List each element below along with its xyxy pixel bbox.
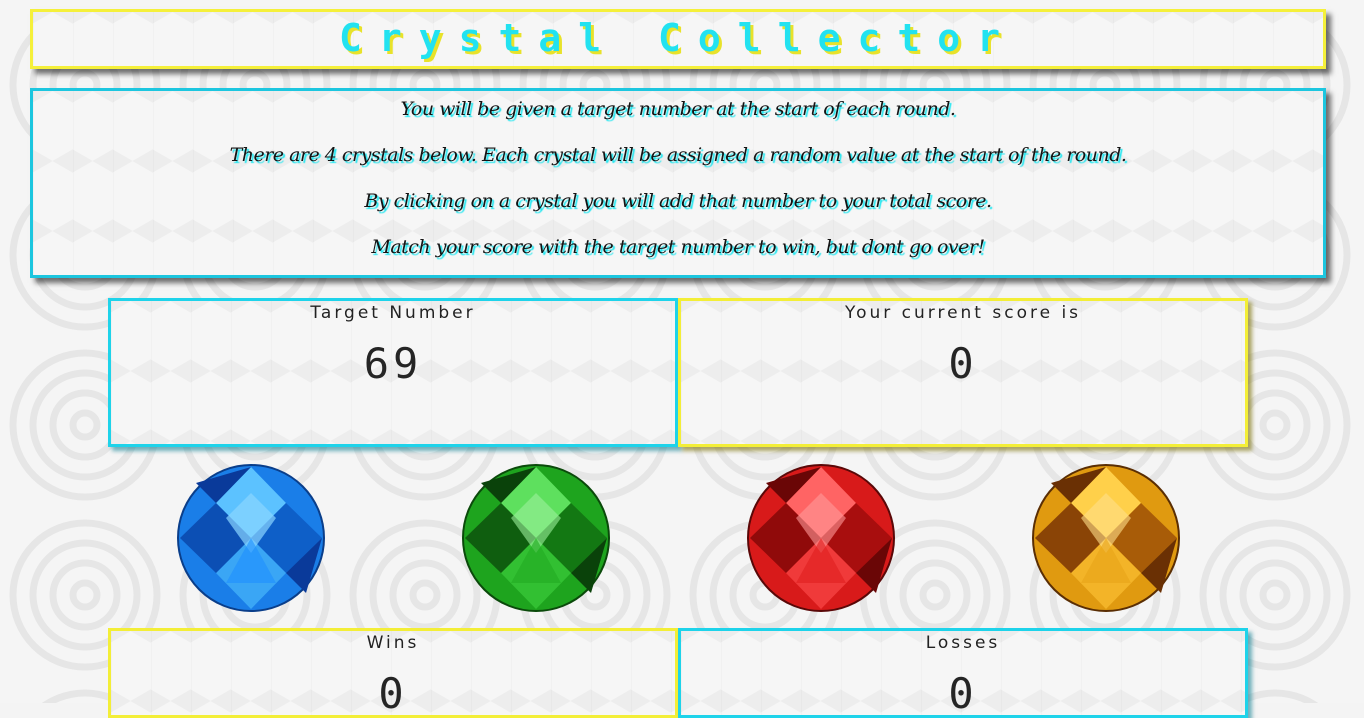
wins-value: 0: [378, 669, 408, 718]
losses-value: 0: [948, 669, 978, 718]
instruction-line: By clicking on a crystal you will add th…: [364, 190, 992, 212]
instruction-line: Match your score with the target number …: [371, 236, 985, 258]
title-panel: Crystal Collector: [30, 9, 1326, 69]
losses-label: Losses: [925, 633, 1001, 653]
target-number-panel: Target Number 69: [108, 298, 678, 447]
current-score-label: Your current score is: [844, 303, 1082, 323]
wins-panel: Wins 0: [108, 628, 678, 718]
red-crystal[interactable]: [746, 463, 896, 613]
target-number-label: Target Number: [310, 303, 476, 323]
blue-crystal[interactable]: [176, 463, 326, 613]
wins-label: Wins: [366, 633, 420, 653]
losses-panel: Losses 0: [678, 628, 1248, 718]
target-number-value: 69: [363, 339, 423, 388]
green-crystal[interactable]: [461, 463, 611, 613]
current-score-value: 0: [948, 339, 978, 388]
instructions-panel: You will be given a target number at the…: [30, 88, 1326, 278]
orange-crystal[interactable]: [1031, 463, 1181, 613]
current-score-panel: Your current score is 0: [678, 298, 1248, 447]
instruction-line: You will be given a target number at the…: [400, 98, 956, 120]
game-title: Crystal Collector: [339, 16, 1017, 60]
instruction-line: There are 4 crystals below. Each crystal…: [229, 144, 1127, 166]
